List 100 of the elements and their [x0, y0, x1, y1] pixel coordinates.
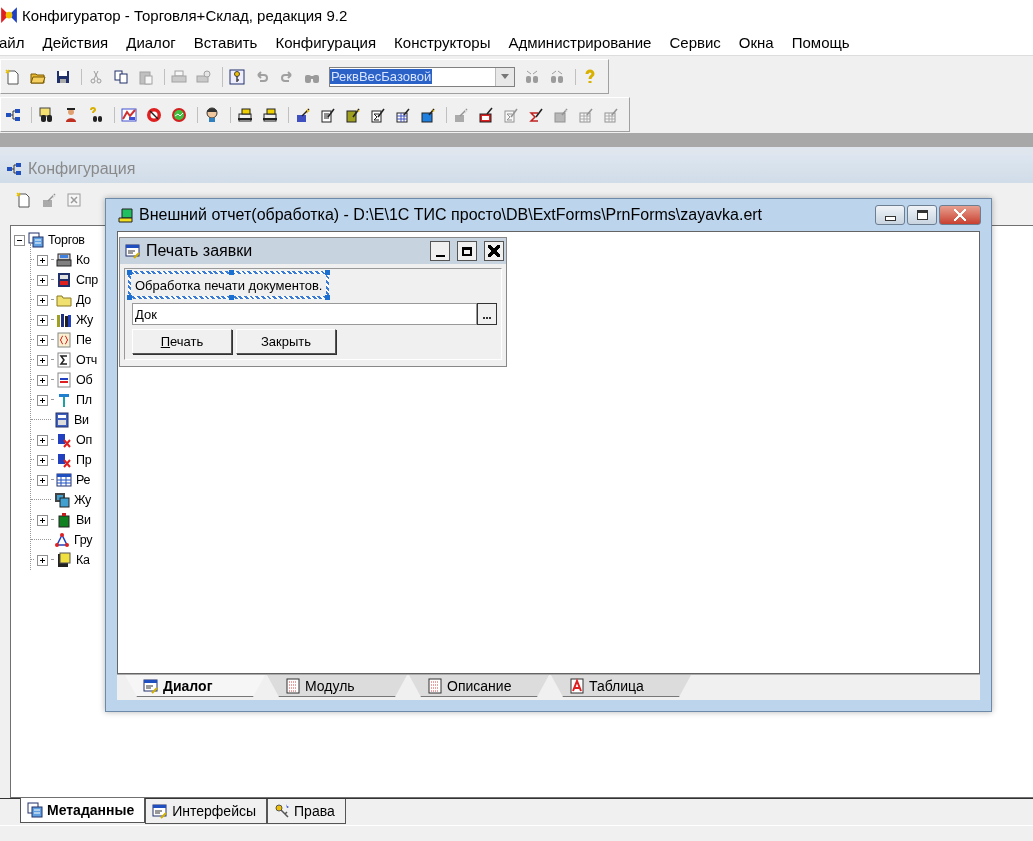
cabinet-icon [56, 272, 72, 288]
network-icon [6, 161, 22, 177]
menu-item[interactable]: Действия [42, 34, 109, 51]
document-field[interactable]: Док [132, 303, 477, 325]
window-title: Конфигурация [28, 160, 136, 178]
chart-icon[interactable] [121, 106, 137, 123]
expand-button[interactable] [37, 434, 48, 446]
expand-button[interactable] [37, 354, 48, 366]
expand-button[interactable] [37, 254, 48, 266]
menu-item[interactable]: Администрирование [508, 34, 652, 51]
wand-icon[interactable] [420, 106, 436, 123]
expand-button[interactable] [37, 514, 48, 526]
menu-item[interactable]: айл [0, 34, 25, 51]
jar-icon [56, 512, 72, 528]
tab[interactable]: Описание [409, 675, 549, 697]
tab[interactable]: Права [267, 799, 346, 824]
tab[interactable]: Таблица [551, 675, 691, 697]
expand-button[interactable] [37, 294, 48, 306]
new-page-icon[interactable] [16, 192, 32, 208]
expand-button[interactable] [37, 554, 48, 566]
document-mark-icon [56, 452, 72, 468]
tree-item[interactable]: Отч [76, 353, 98, 367]
menu-item[interactable]: Окна [738, 34, 774, 51]
tree-item[interactable]: Оп [76, 433, 92, 447]
tree-item[interactable]: Об [76, 373, 93, 387]
window-icon [118, 207, 134, 223]
key-icon[interactable] [229, 68, 245, 85]
tree-item[interactable]: Жу [74, 493, 92, 507]
tree-item[interactable]: Пл [76, 393, 92, 407]
calculator-icon [54, 412, 70, 428]
tree-item[interactable]: Гру [74, 533, 93, 547]
expand-button[interactable] [37, 474, 48, 486]
tree-item[interactable]: До [76, 293, 91, 307]
machine-icon[interactable] [262, 106, 278, 123]
maximize-button[interactable] [457, 241, 477, 261]
expand-button[interactable] [37, 314, 48, 326]
computers-icon [54, 492, 70, 508]
menu-item[interactable]: Помощь [791, 34, 850, 51]
braces-icon [56, 332, 72, 348]
table-icon [569, 677, 585, 694]
tree-item[interactable]: Торгов [48, 233, 85, 247]
person-icon[interactable] [204, 106, 220, 123]
maximize-button[interactable] [907, 205, 937, 225]
tree-item[interactable]: Ко [76, 253, 90, 267]
wand-icon[interactable] [370, 106, 386, 123]
menu-item[interactable]: Вставить [193, 34, 258, 51]
network-icon[interactable] [5, 106, 21, 123]
keys-icon [274, 803, 291, 819]
minimize-button[interactable] [875, 205, 905, 225]
tree-item[interactable]: Жу [76, 313, 94, 327]
copy-icon[interactable] [113, 68, 129, 85]
person-icon[interactable] [63, 106, 79, 123]
form-icon [152, 803, 169, 819]
collapse-button[interactable] [14, 234, 25, 246]
close-button[interactable] [484, 241, 504, 261]
tab[interactable]: Диалог [125, 675, 265, 697]
expand-button[interactable] [37, 334, 48, 346]
wand-icon[interactable] [395, 106, 411, 123]
menu-item[interactable]: Конструкторы [394, 34, 491, 51]
notepad-icon [56, 552, 72, 568]
binoculars-icon[interactable] [38, 106, 54, 123]
tree-item[interactable]: Ре [76, 473, 91, 487]
wand-icon[interactable] [295, 106, 311, 123]
stop-icon[interactable] [146, 106, 162, 123]
tree-item[interactable]: Ви [76, 513, 91, 527]
database-icon [28, 232, 44, 248]
wand-icon[interactable] [345, 106, 361, 123]
minimize-button[interactable] [430, 241, 450, 261]
tab[interactable]: Метаданные [20, 798, 146, 823]
wand-icon[interactable] [478, 106, 494, 123]
tree-item[interactable]: Пр [76, 453, 92, 467]
wand-icon[interactable] [528, 106, 544, 123]
tree-item[interactable]: Пе [76, 333, 92, 347]
push-button[interactable]: Закрыть [236, 329, 336, 354]
table-icon [56, 472, 72, 488]
binoculars-icon[interactable] [88, 106, 104, 123]
menu-item[interactable]: Диалог [126, 34, 176, 51]
expand-button[interactable] [37, 454, 48, 466]
gauge-icon[interactable] [171, 106, 187, 123]
expand-button[interactable] [37, 274, 48, 286]
window-title: Внешний отчет(обработка) - D:\E\1С ТИС просто\DB\ExtForms\PrnForms\zayavka.ert [139, 206, 764, 224]
menu-item[interactable]: Конфигурация [275, 34, 377, 51]
menu-item[interactable]: Сервис [669, 34, 721, 51]
expand-button[interactable] [37, 374, 48, 386]
module-icon [285, 677, 301, 694]
caption-label[interactable]: Обработка печати документов. [128, 271, 330, 299]
tree-item[interactable]: Ви [74, 413, 89, 427]
document-mark-icon [56, 432, 72, 448]
tab[interactable]: Модуль [267, 675, 407, 697]
cash-register-icon [56, 252, 72, 268]
search-combo[interactable]: РеквВесБазовой [329, 66, 515, 87]
expand-button[interactable] [37, 394, 48, 406]
ellipsis-button[interactable] [477, 303, 497, 325]
tab[interactable]: Интерфейсы [145, 799, 268, 824]
new-page-icon[interactable] [5, 68, 21, 85]
push-button[interactable]: Печать [132, 329, 232, 354]
wand-icon[interactable] [320, 106, 336, 123]
machine-icon[interactable] [237, 106, 253, 123]
tree-item[interactable]: Спр [76, 273, 98, 287]
tree-item[interactable]: Ка [76, 553, 90, 567]
